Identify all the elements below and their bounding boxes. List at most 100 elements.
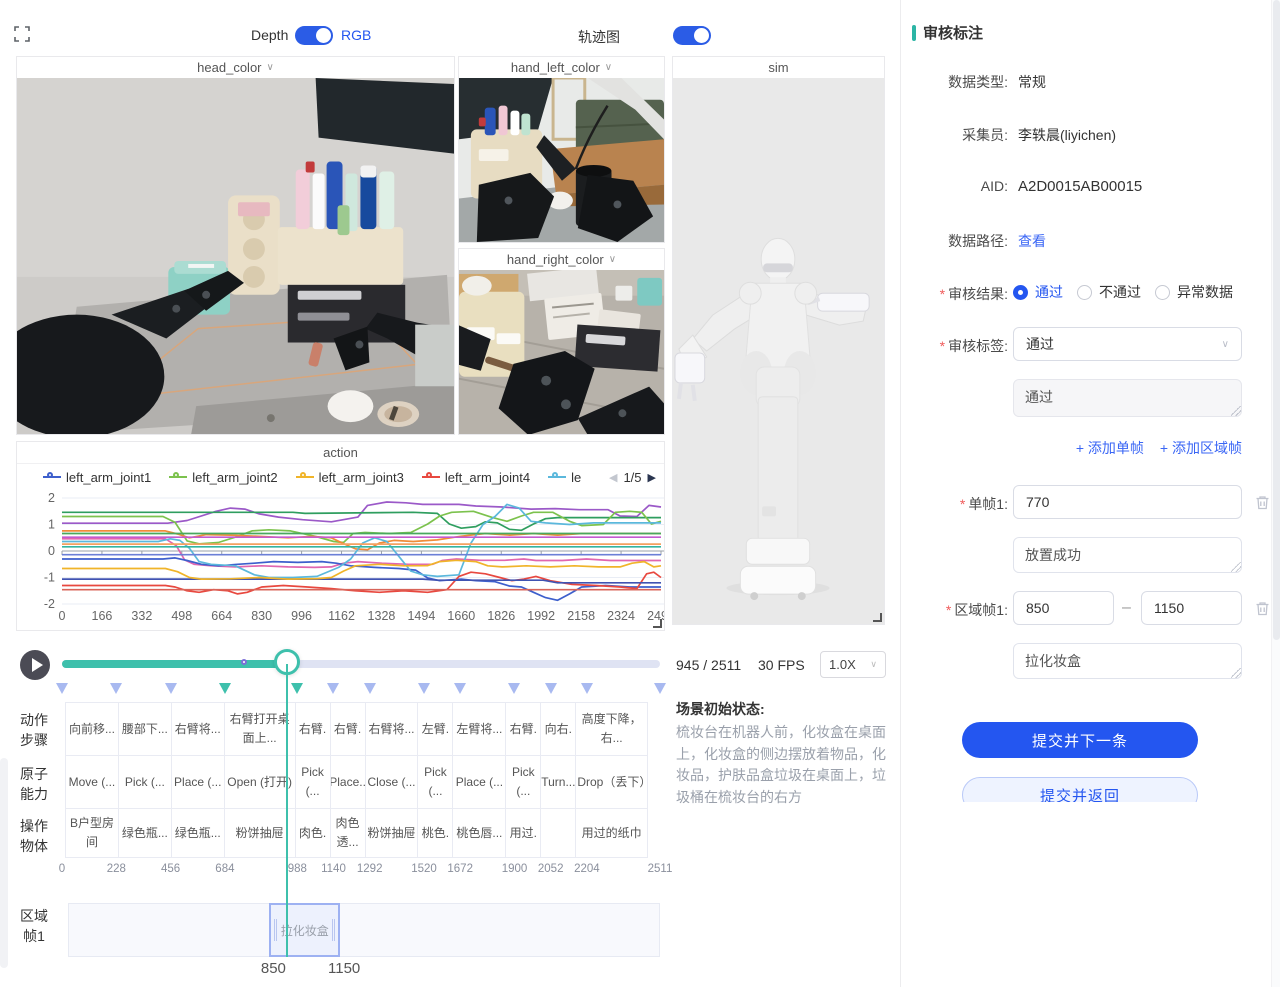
table-cell: Move (...	[65, 755, 119, 809]
svg-text:1826: 1826	[487, 609, 515, 623]
hand-left-header[interactable]: hand_left_color ∨	[459, 57, 664, 78]
table-cell: 桃色.	[417, 808, 453, 858]
single-frame-note[interactable]: 放置成功	[1013, 537, 1242, 573]
timeline-marker[interactable]	[291, 683, 303, 694]
region-highlight[interactable]: 拉化妆盒	[269, 903, 340, 957]
progress-slider[interactable]	[62, 660, 660, 668]
axis-tick-label: 228	[107, 863, 126, 875]
data-type-value: 常规	[1018, 72, 1046, 92]
table-cell: 绿色瓶...	[171, 808, 225, 858]
legend-item-left_arm_joint1[interactable]: left_arm_joint1	[43, 470, 151, 485]
sim-view[interactable]	[673, 78, 884, 624]
submit-next-button[interactable]: 提交并下一条	[962, 722, 1198, 758]
head-color-panel: head_color ∨	[16, 56, 455, 435]
resize-handle-icon[interactable]	[873, 613, 882, 622]
region-frame-note[interactable]: 拉化妆盒	[1013, 643, 1242, 679]
legend-item-left_arm_joint4[interactable]: left_arm_joint4	[422, 470, 530, 485]
region-start-input[interactable]	[1013, 591, 1114, 625]
timeline-marker[interactable]	[418, 683, 430, 694]
speed-select[interactable]: 1.0X ∨	[820, 651, 886, 678]
single-frame-input[interactable]	[1013, 485, 1242, 519]
data-path-link[interactable]: 查看	[1018, 231, 1046, 251]
table-cell: 桃色唇...	[452, 808, 506, 858]
region-grip-left-icon[interactable]	[274, 919, 277, 941]
timeline-marker[interactable]	[219, 683, 231, 694]
review-tag-select[interactable]: 通过 ∨	[1013, 327, 1242, 361]
frame-counter: 945 / 2511	[676, 657, 741, 673]
submit-back-button[interactable]: 提交并返回	[962, 777, 1198, 802]
chart-title: action	[17, 442, 664, 464]
radio-abnormal[interactable]: 异常数据	[1155, 282, 1233, 302]
hand-right-title: hand_right_color	[507, 252, 604, 267]
table-cell: 右臂将...	[171, 702, 225, 756]
legend-item-left_arm_joint2[interactable]: left_arm_joint2	[169, 470, 277, 485]
aid-value: A2D0015AB00015	[1018, 178, 1142, 195]
table-cell: Turn...	[540, 755, 576, 809]
axis-tick-label: 684	[215, 863, 234, 875]
timeline-marker[interactable]	[110, 683, 122, 694]
legend-item-left_arm_joint3[interactable]: left_arm_joint3	[296, 470, 404, 485]
timeline-marker[interactable]	[545, 683, 557, 694]
review-tag-value: 通过	[1026, 334, 1054, 354]
table-cell: 右臂打开桌面上...	[224, 702, 296, 756]
playhead-line	[286, 664, 288, 957]
table-cell: 右臂将...	[365, 702, 419, 756]
head-color-header[interactable]: head_color ∨	[17, 57, 454, 78]
timeline-marker[interactable]	[454, 683, 466, 694]
timeline-marker[interactable]	[364, 683, 376, 694]
axis-tick-label: 1672	[447, 863, 473, 875]
review-tag-note[interactable]: 通过	[1013, 379, 1242, 417]
radio-fail[interactable]: 不通过	[1077, 282, 1141, 302]
axis-tick-label: 2052	[538, 863, 564, 875]
hand-left-video	[459, 78, 664, 242]
hand-right-header[interactable]: hand_right_color ∨	[459, 249, 664, 270]
panel-title-text: 审核标注	[923, 22, 983, 43]
timeline-marker[interactable]	[165, 683, 177, 694]
timeline-marker[interactable]	[56, 683, 68, 694]
table-cell: Pick (...	[295, 755, 331, 809]
scene-initial-state: 场景初始状态: 梳妆台在机器人前，化妆盒在桌面上，化妆盒的侧边摆放着物品，化妆品…	[676, 699, 894, 809]
timeline-marker[interactable]	[327, 683, 339, 694]
svg-text:830: 830	[251, 609, 272, 623]
chevron-down-icon: ∨	[267, 62, 274, 73]
scrollbar-thumb[interactable]	[1273, 0, 1280, 640]
data-path-label: 数据路径:	[901, 231, 1008, 251]
table-cell: Place (...	[171, 755, 225, 809]
region-end-input[interactable]	[1141, 591, 1242, 625]
svg-text:-2: -2	[44, 597, 55, 611]
trash-icon[interactable]	[1254, 600, 1270, 617]
table-cell: B户型房间	[65, 808, 119, 858]
right-scrollbar[interactable]	[1271, 0, 1280, 987]
legend-next-icon[interactable]: ▶	[648, 471, 656, 484]
trash-icon[interactable]	[1254, 494, 1270, 511]
legend-page-label: 1/5	[623, 470, 641, 485]
table-row-label: 原子能力	[16, 764, 52, 804]
play-button[interactable]	[20, 650, 50, 680]
radio-icon	[1013, 285, 1028, 300]
left-scrollbar[interactable]	[0, 758, 8, 968]
radio-pass[interactable]: 通过	[1013, 282, 1063, 302]
depth-rgb-toggle[interactable]	[295, 26, 333, 45]
legend-prev-icon[interactable]: ◀	[609, 471, 617, 484]
table-cell: 粉饼抽屉	[365, 808, 419, 858]
resize-handle-icon[interactable]	[653, 619, 662, 628]
table-cell	[540, 808, 576, 858]
review-panel: 审核标注 数据类型: 常规 采集员: 李轶晨(liyichen) AID: A2…	[901, 0, 1270, 802]
timeline-marker[interactable]	[654, 683, 666, 694]
region-track[interactable]: 拉化妆盒	[68, 903, 660, 957]
action-plot: 210-1-2016633249866483099611621328149416…	[17, 490, 664, 631]
hand-left-title: hand_left_color	[511, 60, 600, 75]
region-grip-right-icon[interactable]	[332, 919, 335, 941]
depth-label: Depth	[251, 27, 288, 43]
review-tag-label: *审核标签:	[901, 336, 1008, 356]
add-single-frame-link[interactable]: + 添加单帧	[1076, 438, 1144, 458]
table-cell: 向前移...	[65, 702, 119, 756]
timeline-marker[interactable]	[581, 683, 593, 694]
fullscreen-icon[interactable]	[14, 26, 30, 42]
add-region-frame-link[interactable]: + 添加区域帧	[1160, 438, 1242, 458]
trajectory-label: 轨迹图	[578, 27, 620, 47]
legend-item-le[interactable]: le	[548, 470, 581, 485]
axis-tick-label: 1900	[502, 863, 528, 875]
timeline-marker[interactable]	[508, 683, 520, 694]
trajectory-toggle[interactable]	[673, 26, 711, 45]
